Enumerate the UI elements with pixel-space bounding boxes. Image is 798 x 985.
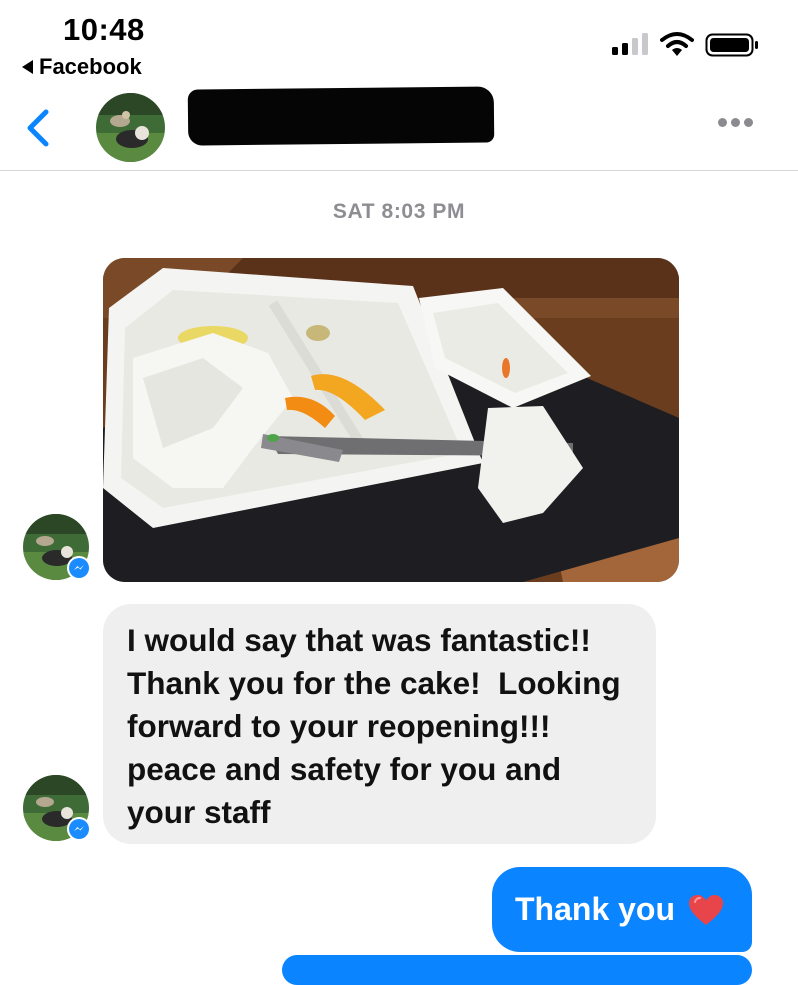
more-dot xyxy=(731,118,740,127)
status-time: 10:48 xyxy=(63,12,145,47)
message-line: I would say that was fantastic!! xyxy=(127,622,591,658)
back-to-app-link[interactable]: Facebook xyxy=(22,54,142,80)
more-dot xyxy=(718,118,727,127)
incoming-message-text: I would say that was fantastic!! Thank y… xyxy=(127,619,647,834)
heart-icon xyxy=(689,894,724,925)
back-app-label: Facebook xyxy=(39,54,142,79)
message-timestamp: SAT 8:03 PM xyxy=(332,200,466,223)
cell-signal-icon xyxy=(612,33,648,55)
back-triangle-icon xyxy=(22,60,33,74)
message-line: your staff xyxy=(127,794,271,830)
battery-icon xyxy=(705,33,758,57)
message-line: forward to your reopening!!! xyxy=(127,708,551,744)
message-line: Thank you for the cake! Looking xyxy=(127,665,621,701)
messenger-badge-icon xyxy=(67,556,91,580)
outgoing-message-text: Thank you xyxy=(515,891,676,927)
outgoing-message: Thank you xyxy=(515,891,725,928)
more-options-button[interactable] xyxy=(718,118,753,127)
photo-message[interactable] xyxy=(103,258,679,582)
back-chevron-icon[interactable] xyxy=(22,108,52,148)
messenger-badge-icon xyxy=(67,817,91,841)
message-line: peace and safety for you and xyxy=(127,751,562,787)
wifi-icon xyxy=(660,32,694,56)
redacted-contact-name xyxy=(187,86,495,146)
contact-avatar[interactable] xyxy=(96,93,165,162)
more-dot xyxy=(744,118,753,127)
